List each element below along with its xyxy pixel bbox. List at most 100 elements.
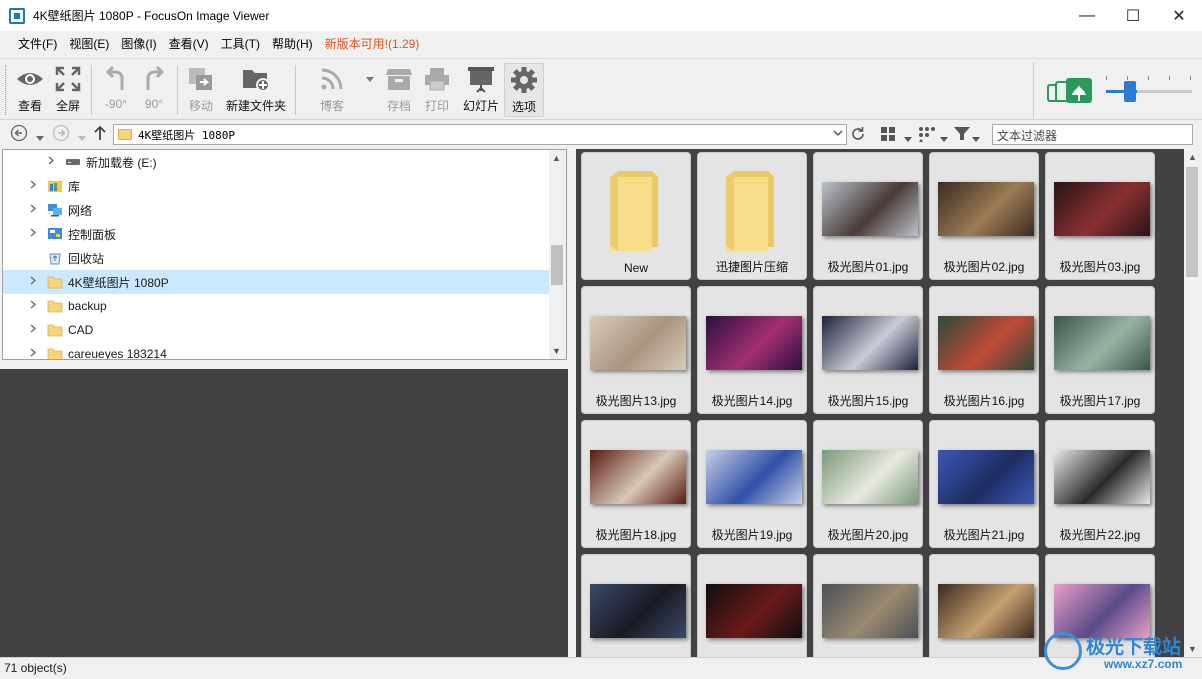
scroll-up-icon[interactable]: ▲ [1188,152,1197,162]
menu-image[interactable]: 图像(I) [115,31,162,58]
close-button[interactable]: ✕ [1156,0,1202,31]
image-thumbnail[interactable]: 极光图片20.jpg [813,420,923,548]
rotate-left-label: -90° [104,97,128,111]
fullscreen-button[interactable]: 全屏 [52,63,84,117]
tree-scroll-thumb[interactable] [551,245,563,285]
filter-icon[interactable] [954,127,970,144]
tree-item[interactable]: 网络 [3,198,550,222]
view-button[interactable]: 查看 [12,63,48,117]
toolbar: 查看 全屏 -90° 90° 移动 新建文件夹 博客 存档 打印 幻灯片 选项 [0,58,1202,120]
folder-thumbnail[interactable]: 迅捷图片压缩 [697,152,807,280]
tree-item[interactable]: 新加载卷 (E:) [3,150,550,174]
tree-item[interactable]: 4K壁纸图片 1080P [3,270,550,294]
fullscreen-icon [52,63,84,95]
blog-label: 博客 [319,99,344,113]
chevron-right-icon[interactable] [27,324,39,336]
path-input[interactable]: 4K壁纸图片 1080P [113,124,847,145]
options-button[interactable]: 选项 [504,63,544,117]
menu-view[interactable]: 视图(E) [63,31,115,58]
tree-item[interactable]: careueyes 183214 [3,342,550,359]
refresh-icon[interactable] [850,126,866,145]
tree-item[interactable]: 回收站 [3,246,550,270]
image-thumbnail[interactable]: 极光图片16.jpg [929,286,1039,414]
rotate-right-label: 90° [144,97,164,111]
image-thumbnail[interactable] [813,554,923,657]
forward-icon[interactable] [52,124,70,145]
sort-icon[interactable] [918,126,938,145]
toolbar-separator [91,65,92,115]
thumbnail-image [938,182,1034,236]
folder-icon [47,347,63,359]
rotate-left-button[interactable]: -90° [100,63,132,117]
chevron-right-icon[interactable] [45,156,57,168]
panel-splitter[interactable] [568,149,576,657]
maximize-button[interactable]: ☐ [1110,0,1156,31]
thumbnail-caption: 极光图片01.jpg [827,260,909,274]
image-thumbnail[interactable] [581,554,691,657]
tree-scrollbar[interactable]: ▲ ▼ [549,150,566,359]
blog-dropdown-button[interactable] [364,63,376,117]
grid-scroll-thumb[interactable] [1186,167,1198,277]
view-mode-dropdown-icon[interactable] [904,131,912,145]
zoom-slider-thumb[interactable] [1124,81,1136,102]
image-thumbnail[interactable]: 极光图片17.jpg [1045,286,1155,414]
menu-browse[interactable]: 查看(V) [163,31,215,58]
menu-file[interactable]: 文件(F) [12,31,63,58]
tree-item-label: 回收站 [68,251,105,266]
menu-tools[interactable]: 工具(T) [215,31,266,58]
blog-button[interactable]: 博客 [314,63,350,117]
folder-thumbnail[interactable]: New [581,152,691,280]
zoom-slider-track[interactable] [1137,90,1192,93]
scroll-down-icon[interactable]: ▼ [552,346,561,356]
image-thumbnail[interactable]: 极光图片21.jpg [929,420,1039,548]
slideshow-button[interactable]: 幻灯片 [460,63,502,117]
tree-item-label: 4K壁纸图片 1080P [68,275,169,290]
tree-item[interactable]: backup [3,294,550,318]
image-thumbnail[interactable]: 极光图片03.jpg [1045,152,1155,280]
chevron-right-icon[interactable] [27,228,39,240]
tree-item[interactable]: 控制面板 [3,222,550,246]
rotate-right-button[interactable]: 90° [138,63,170,117]
image-thumbnail[interactable]: 极光图片22.jpg [1045,420,1155,548]
image-thumbnail[interactable]: 极光图片14.jpg [697,286,807,414]
sort-dropdown-icon[interactable] [940,131,948,145]
chevron-right-icon[interactable] [27,180,39,192]
image-thumbnail[interactable]: 极光图片15.jpg [813,286,923,414]
text-filter-input[interactable]: 文本过滤器 [992,124,1193,145]
thumbnail-caption: 极光图片19.jpg [711,528,793,542]
menu-help[interactable]: 帮助(H) [266,31,319,58]
path-dropdown-icon[interactable] [833,128,843,139]
chevron-right-icon[interactable] [27,348,39,359]
view-mode-icon[interactable] [881,127,895,144]
chevron-right-icon[interactable] [27,204,39,216]
thumbnail-image [938,316,1034,370]
scroll-up-icon[interactable]: ▲ [552,153,561,163]
chevron-right-icon[interactable] [27,276,39,288]
grid-scrollbar[interactable]: ▲ ▼ [1184,149,1201,657]
archive-button[interactable]: 存档 [382,63,416,117]
image-thumbnail[interactable] [697,554,807,657]
update-available-link[interactable]: 新版本可用!(1.29) [319,31,426,58]
back-dropdown-icon[interactable] [36,130,44,144]
new-folder-button[interactable]: 新建文件夹 [224,63,288,117]
filter-dropdown-icon[interactable] [972,131,980,145]
forward-dropdown-icon[interactable] [78,130,86,144]
thumbnail-image [706,584,802,638]
image-thumbnail[interactable]: 极光图片19.jpg [697,420,807,548]
move-button[interactable]: 移动 [184,63,218,117]
image-thumbnail[interactable] [929,554,1039,657]
image-thumbnail[interactable]: 极光图片02.jpg [929,152,1039,280]
image-thumbnail[interactable]: 极光图片01.jpg [813,152,923,280]
chevron-right-icon[interactable] [27,300,39,312]
slideshow-label: 幻灯片 [462,99,499,113]
image-thumbnail[interactable]: 极光图片13.jpg [581,286,691,414]
back-icon[interactable] [10,124,28,145]
thumbnail-caption: 极光图片02.jpg [943,260,1025,274]
thumbnail-image [706,316,802,370]
image-thumbnail[interactable]: 极光图片18.jpg [581,420,691,548]
minimize-button[interactable]: — [1064,0,1110,31]
up-arrow-icon[interactable] [93,125,107,144]
tree-item[interactable]: 库 [3,174,550,198]
tree-item[interactable]: CAD [3,318,550,342]
print-button[interactable]: 打印 [420,63,454,117]
